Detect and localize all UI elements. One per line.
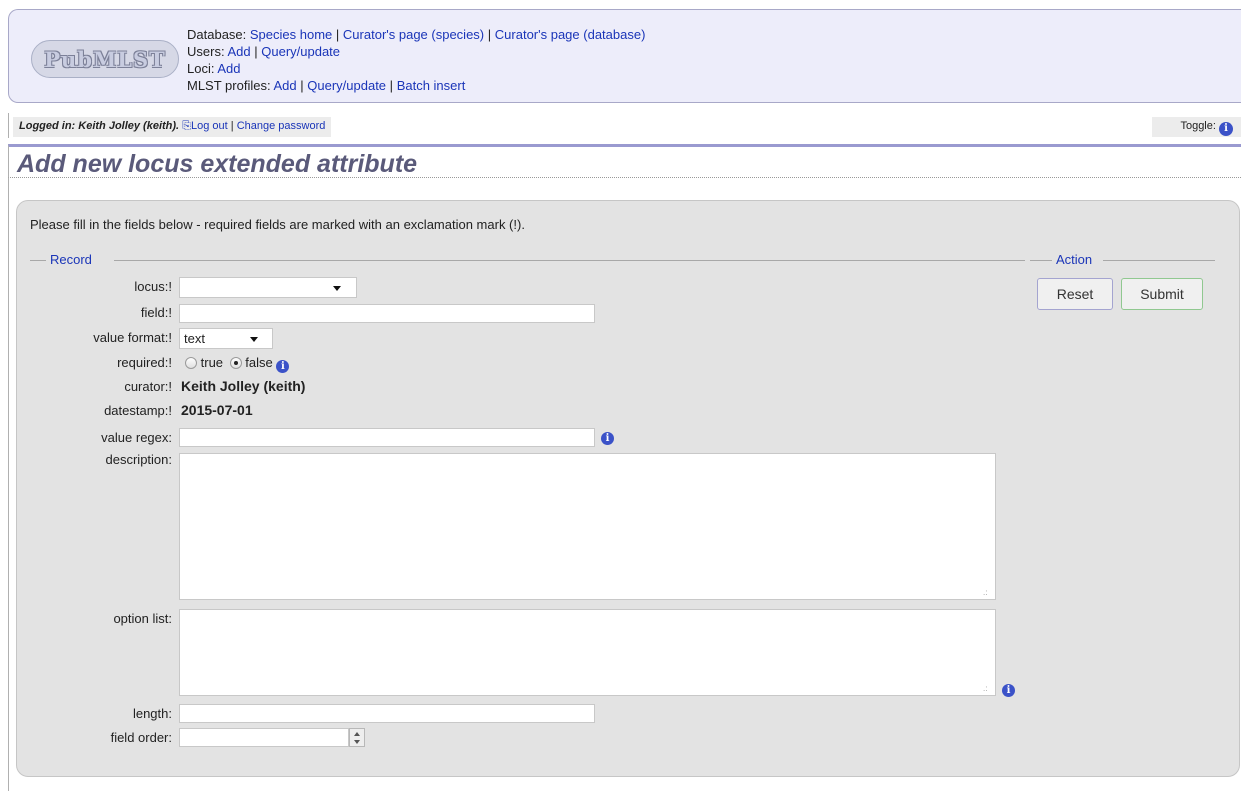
- loci-add-link[interactable]: Add: [217, 61, 240, 76]
- spin-down-icon[interactable]: [354, 740, 360, 744]
- left-border: [8, 178, 9, 791]
- action-legend: Action: [1054, 252, 1095, 267]
- loci-nav-row: Loci: Add: [187, 60, 645, 77]
- instructions-text: Please fill in the fields below - requir…: [30, 217, 525, 232]
- logout-link[interactable]: Log out: [191, 120, 228, 132]
- field-order-stepper[interactable]: [349, 728, 365, 747]
- option-list-label: option list:: [113, 611, 172, 626]
- chevron-down-icon: [333, 286, 341, 291]
- database-nav-row: Database: Species home | Curator's page …: [187, 26, 645, 43]
- curator-label: curator:!: [124, 379, 172, 394]
- separator: |: [487, 27, 492, 42]
- separator: |: [389, 78, 394, 93]
- users-add-link[interactable]: Add: [227, 44, 250, 59]
- fieldset-border: [114, 260, 1025, 261]
- resize-grip-icon[interactable]: .:: [983, 589, 987, 597]
- locus-select[interactable]: [179, 277, 357, 298]
- value-format-select-value: text: [184, 331, 205, 346]
- datestamp-value: 2015-07-01: [181, 402, 253, 418]
- title-bar: Add new locus extended attribute: [8, 144, 1241, 178]
- chevron-down-icon: [250, 337, 258, 342]
- login-bar: Logged in: Keith Jolley (keith). ⎘Log ou…: [8, 113, 1241, 138]
- required-radio-group: true false i: [185, 355, 290, 373]
- fieldset-border: [1030, 260, 1052, 261]
- database-label: Database:: [187, 27, 247, 42]
- info-icon[interactable]: i: [276, 360, 290, 373]
- logged-in-text: Logged in: Keith Jolley (keith).: [19, 120, 180, 132]
- info-icon[interactable]: i: [1002, 684, 1015, 697]
- change-password-link[interactable]: Change password: [237, 120, 326, 132]
- users-nav-row: Users: Add | Query/update: [187, 43, 645, 60]
- users-label: Users:: [187, 44, 225, 59]
- field-input[interactable]: [179, 304, 595, 323]
- header-navigation: Database: Species home | Curator's page …: [187, 26, 645, 94]
- logout-icon[interactable]: ⎘: [182, 120, 191, 132]
- fieldset-border: [1103, 260, 1215, 261]
- separator: |: [254, 44, 258, 59]
- mlst-add-link[interactable]: Add: [273, 78, 296, 93]
- pubmlst-logo[interactable]: PubMLST: [31, 40, 179, 78]
- datestamp-label: datestamp:!: [104, 403, 172, 418]
- toggle-help: Toggle: i: [1152, 117, 1241, 137]
- value-regex-input[interactable]: [179, 428, 595, 447]
- mlst-profiles-label: MLST profiles:: [187, 78, 271, 93]
- value-format-label: value format:!: [93, 330, 172, 345]
- length-label: length:: [132, 706, 172, 721]
- loci-label: Loci:: [187, 61, 215, 76]
- description-textarea[interactable]: [179, 453, 996, 600]
- separator: |: [300, 78, 304, 93]
- site-header: PubMLST Database: Species home | Curator…: [8, 9, 1241, 103]
- species-home-link[interactable]: Species home: [250, 27, 332, 42]
- curators-page-database-link[interactable]: Curator's page (database): [495, 27, 646, 42]
- mlst-nav-row: MLST profiles: Add | Query/update | Batc…: [187, 77, 645, 94]
- separator: |: [335, 27, 340, 42]
- required-label: required:!: [117, 355, 172, 370]
- resize-grip-icon[interactable]: .:: [983, 685, 987, 693]
- submit-button[interactable]: Submit: [1121, 278, 1203, 310]
- value-format-select[interactable]: text: [179, 328, 273, 349]
- users-query-update-link[interactable]: Query/update: [261, 44, 340, 59]
- description-label: description:: [105, 452, 172, 467]
- info-icon[interactable]: i: [1219, 122, 1233, 136]
- fieldset-border: [30, 260, 46, 261]
- curators-page-species-link[interactable]: Curator's page (species): [343, 27, 484, 42]
- locus-label: locus:!: [134, 279, 172, 294]
- reset-button[interactable]: Reset: [1037, 278, 1113, 310]
- field-order-input[interactable]: [179, 728, 349, 747]
- required-false-label[interactable]: false: [245, 355, 272, 370]
- required-true-radio[interactable]: [185, 357, 197, 369]
- mlst-query-update-link[interactable]: Query/update: [307, 78, 386, 93]
- form-panel: Please fill in the fields below - requir…: [16, 200, 1240, 777]
- record-legend: Record: [48, 252, 94, 267]
- field-label: field:!: [140, 305, 172, 320]
- required-true-label[interactable]: true: [201, 355, 223, 370]
- curator-value: Keith Jolley (keith): [181, 378, 306, 394]
- login-status: Logged in: Keith Jolley (keith). ⎘Log ou…: [13, 117, 332, 137]
- value-regex-label: value regex:: [101, 430, 172, 445]
- field-order-label: field order:: [110, 730, 172, 745]
- separator: |: [230, 120, 234, 132]
- spin-up-icon[interactable]: [354, 732, 360, 736]
- page-title: Add new locus extended attribute: [17, 150, 418, 178]
- toggle-label: Toggle:: [1180, 120, 1216, 132]
- option-list-textarea[interactable]: [179, 609, 996, 696]
- mlst-batch-insert-link[interactable]: Batch insert: [397, 78, 466, 93]
- required-false-radio[interactable]: [229, 357, 242, 369]
- length-input[interactable]: [179, 704, 595, 723]
- info-icon[interactable]: i: [601, 432, 614, 445]
